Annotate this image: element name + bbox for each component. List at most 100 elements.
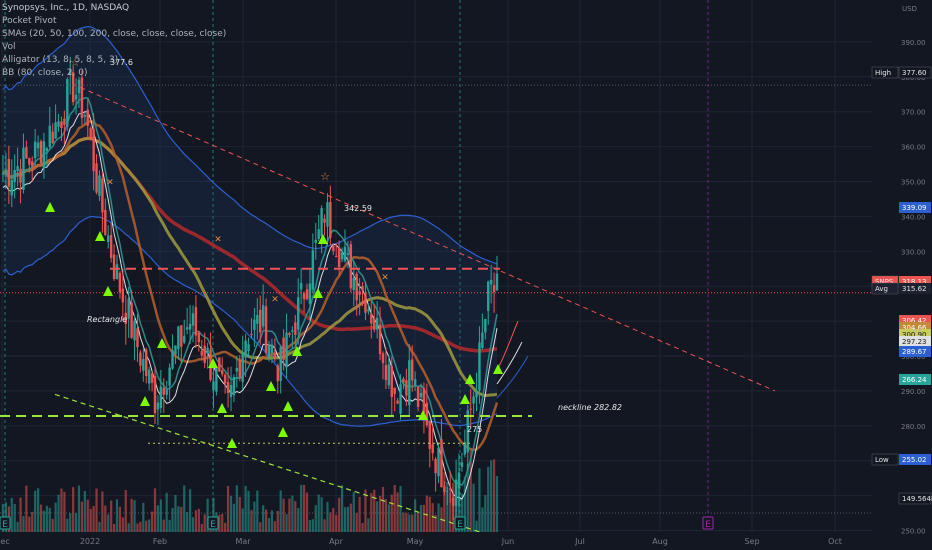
volume-bar: [329, 512, 332, 532]
volume-bar: [153, 488, 157, 532]
volume-bar: [300, 484, 303, 532]
price-tick-label: 350.00: [901, 179, 926, 187]
candle-body: [311, 250, 315, 290]
volume-bar: [127, 523, 130, 532]
indicator-vol[interactable]: Vol: [2, 41, 226, 54]
volume-bar: [402, 512, 405, 532]
volume-bar: [145, 520, 148, 532]
volume-bar: [36, 488, 40, 532]
candle-body: [259, 309, 262, 333]
pivot-star-icon: ☆: [320, 170, 330, 183]
volume-bar: [63, 491, 66, 532]
volume-bar: [259, 522, 262, 532]
candle-body: [299, 283, 303, 290]
volume-bar: [311, 519, 314, 532]
volume-bar: [42, 510, 46, 532]
candle-body: [80, 77, 84, 119]
price-tag-name: Avg: [875, 285, 888, 293]
volume-bar: [133, 500, 136, 532]
time-tick-label: Aug: [652, 537, 668, 546]
candle-body: [320, 208, 323, 237]
candle-body: [431, 444, 434, 454]
candle-body: [270, 344, 274, 353]
time-tick-label: May: [407, 537, 424, 546]
candle-body: [31, 161, 34, 167]
candle-body: [340, 252, 344, 260]
volume-bar: [335, 514, 338, 532]
price-tick-label: 280.00: [901, 423, 926, 431]
volume-bar: [340, 485, 344, 532]
candle-body: [335, 255, 338, 258]
volume-bar: [232, 503, 236, 532]
candle-body: [285, 332, 288, 368]
candle-body: [317, 229, 320, 240]
volume-bar: [200, 523, 203, 532]
candle-body: [329, 201, 332, 238]
volume-bar: [224, 522, 227, 532]
candle-body: [57, 121, 60, 127]
candle-body: [373, 318, 376, 330]
volume-bar: [387, 504, 390, 532]
candle-body: [77, 79, 81, 94]
candle-body: [413, 379, 417, 386]
price-tick-label: 390.00: [901, 39, 926, 47]
indicator-bb[interactable]: BB (80, close, 2, 0): [2, 67, 226, 80]
candle-body: [446, 491, 449, 493]
volume-bar: [264, 509, 268, 532]
candle-body: [367, 309, 370, 312]
candle-body: [162, 387, 165, 395]
candle-body: [19, 168, 22, 183]
volume-bar: [408, 514, 411, 532]
time-axis-bg: [0, 532, 872, 550]
cross-marker-icon: ✕: [381, 273, 389, 283]
volume-bar: [83, 490, 86, 532]
candle-body: [54, 122, 57, 139]
volume-bar: [256, 490, 259, 532]
candle-body: [384, 365, 388, 381]
candle-body: [197, 332, 201, 343]
candle-body: [206, 347, 209, 354]
volume-bar: [139, 521, 142, 532]
symbol-title[interactable]: Synopsys, Inc., 1D, NASDAQ: [2, 2, 226, 15]
candle-body: [314, 239, 317, 243]
candle-body: [302, 293, 306, 300]
volume-bar: [162, 519, 165, 532]
volume-bar: [314, 505, 317, 532]
candle-body: [276, 365, 279, 382]
price-chart[interactable]: ☆☆✕✕✕✕E E E E377.6342.59Rectangleneckline 2…: [0, 0, 932, 550]
volume-bar: [346, 506, 350, 532]
candle-body: [51, 131, 54, 144]
indicator-pocket-pivot[interactable]: Pocket Pivot: [2, 15, 226, 28]
volume-bar: [305, 492, 309, 532]
candle-body: [200, 350, 203, 356]
volume-bar: [10, 497, 13, 532]
indicator-alligator[interactable]: Alligator (13, 8, 5, 8, 5, 3): [2, 54, 226, 67]
volume-bar: [107, 514, 110, 532]
candle-body: [10, 179, 13, 196]
volume-bar: [297, 508, 300, 532]
volume-bar: [28, 516, 31, 532]
candle-body: [83, 114, 87, 117]
price-tag-value: 289.67: [902, 348, 927, 356]
indicator-smas[interactable]: SMAs (20, 50, 100, 200, close, close, cl…: [2, 28, 226, 41]
time-tick-label: Jul: [574, 537, 585, 546]
volume-bar: [294, 500, 297, 532]
volume-bar: [253, 501, 256, 532]
candle-body: [250, 333, 253, 335]
candle-body: [194, 307, 198, 336]
volume-bar: [262, 505, 265, 532]
volume-bar: [177, 506, 180, 532]
candle-body: [4, 169, 8, 171]
volume-bar: [247, 490, 250, 532]
candle-body: [226, 381, 230, 393]
candle-body: [174, 345, 177, 355]
candle-body: [378, 324, 382, 355]
volume-bar: [226, 486, 230, 532]
volume-bar: [115, 499, 119, 532]
volume-bar: [48, 507, 51, 532]
candle-body: [136, 328, 139, 348]
volume-bar: [343, 507, 347, 532]
candle-body: [323, 218, 326, 223]
candle-body: [89, 128, 92, 138]
volume-bar: [118, 506, 122, 532]
